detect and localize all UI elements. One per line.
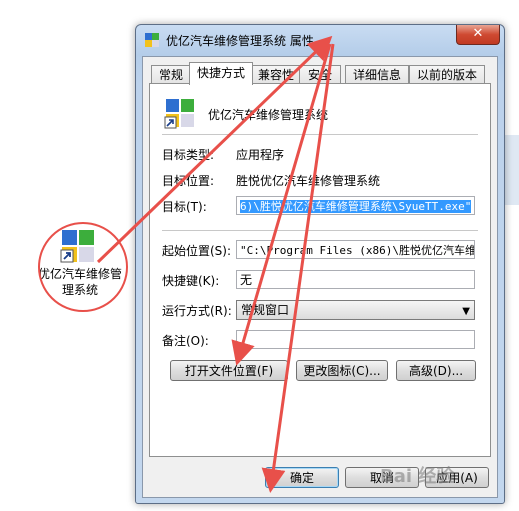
hotkey-input[interactable]: 无 — [236, 270, 475, 289]
separator — [162, 230, 478, 231]
tab-security[interactable]: 安全 — [299, 65, 341, 84]
comment-label: 备注(O): — [162, 334, 209, 348]
target-input[interactable]: 6)\胜悦优亿汽车维修管理系统\SyueTT.exe" — [236, 196, 475, 215]
target-location-value: 胜悦优亿汽车维修管理系统 — [236, 174, 381, 188]
close-button[interactable]: ✕ — [456, 25, 500, 45]
watermark: Bai 经验 — [380, 466, 455, 487]
tab-compatibility[interactable]: 兼容性 — [251, 65, 301, 84]
tab-general[interactable]: 常规 — [151, 65, 191, 84]
shortcut-name: 优亿汽车维修管理系统 — [208, 108, 329, 122]
properties-dialog: 优亿汽车维修管理系统 属性 ✕ 常规 快捷方式 兼容性 安全 详细信息 以前的版… — [135, 24, 505, 504]
tab-previous-versions[interactable]: 以前的版本 — [409, 65, 485, 84]
run-select[interactable]: 常规窗口 ▼ — [236, 300, 475, 320]
start-in-input[interactable]: "C:\Program Files (x86)\胜悦优亿汽车维修 — [236, 240, 475, 259]
app-large-icon — [164, 99, 194, 129]
advanced-button[interactable]: 高级(D)... — [396, 360, 476, 381]
open-file-location-button[interactable]: 打开文件位置(F) — [170, 360, 288, 381]
highlight-circle — [38, 222, 128, 312]
start-in-label: 起始位置(S): — [162, 244, 232, 258]
dropdown-arrow-icon: ▼ — [462, 306, 470, 317]
hotkey-label: 快捷键(K): — [162, 274, 220, 288]
target-input-text: 6)\胜悦优亿汽车维修管理系统\SyueTT.exe" — [240, 200, 472, 213]
tab-details[interactable]: 详细信息 — [345, 65, 409, 84]
target-type-value: 应用程序 — [236, 148, 285, 162]
dialog-client: 常规 快捷方式 兼容性 安全 详细信息 以前的版本 优亿汽车维修管理系统 目标类… — [142, 56, 498, 498]
run-select-value: 常规窗口 — [241, 303, 290, 317]
change-icon-button[interactable]: 更改图标(C)... — [296, 360, 388, 381]
title-bar[interactable]: 优亿汽车维修管理系统 属性 ✕ — [136, 25, 504, 55]
target-label: 目标(T): — [162, 200, 207, 214]
run-label: 运行方式(R): — [162, 304, 232, 318]
close-icon: ✕ — [472, 26, 484, 41]
tab-shortcut[interactable]: 快捷方式 — [189, 62, 253, 85]
ok-button[interactable]: 确定 — [265, 467, 339, 488]
background-window-edge — [503, 135, 519, 205]
shortcut-panel: 优亿汽车维修管理系统 目标类型: 应用程序 目标位置: 胜悦优亿汽车维修管理系统… — [149, 83, 491, 457]
separator — [162, 134, 478, 135]
window-title: 优亿汽车维修管理系统 属性 — [166, 34, 314, 48]
comment-input[interactable] — [236, 330, 475, 349]
target-location-label: 目标位置: — [162, 174, 215, 188]
app-title-icon — [145, 33, 159, 47]
target-type-label: 目标类型: — [162, 148, 215, 162]
